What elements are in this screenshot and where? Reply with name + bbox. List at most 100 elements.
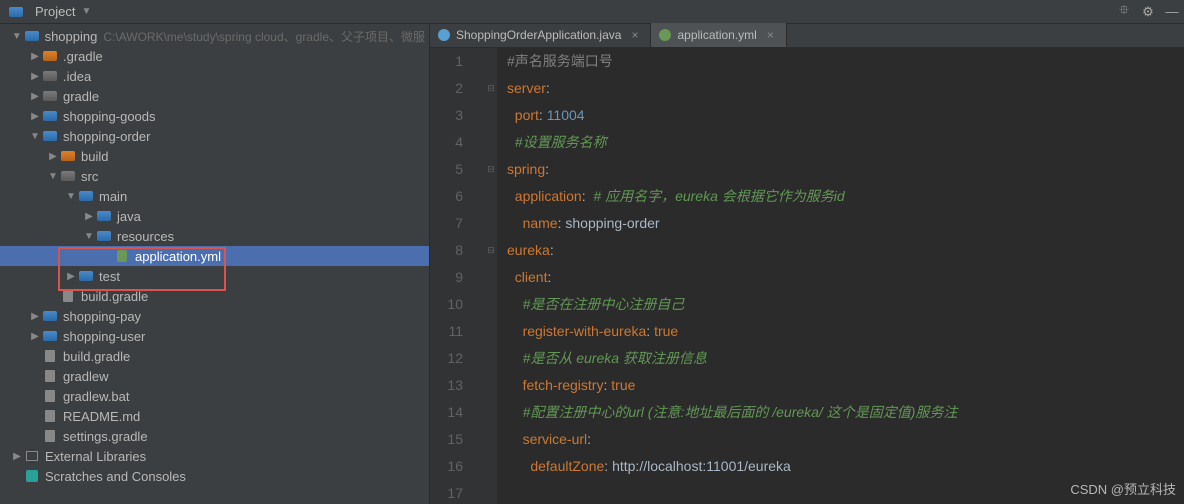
- tree-item-build[interactable]: build: [0, 146, 429, 166]
- folder-blue-icon: [78, 188, 94, 204]
- folder-blue-icon: [42, 108, 58, 124]
- tree-item-external-libraries[interactable]: External Libraries: [0, 446, 429, 466]
- tree-item-label: shopping-goods: [63, 109, 156, 124]
- tree-arrow-icon[interactable]: [64, 191, 78, 202]
- tree-item-settings-gradle[interactable]: settings.gradle: [0, 426, 429, 446]
- collapse-icon[interactable]: —: [1160, 0, 1184, 24]
- folder-orange-icon: [60, 148, 76, 164]
- tree-item-gradle[interactable]: gradle: [0, 86, 429, 106]
- tab-label: ShoppingOrderApplication.java: [456, 28, 621, 42]
- tree-arrow-icon[interactable]: [28, 311, 42, 322]
- tab-label: application.yml: [677, 28, 756, 42]
- file-gray-icon: [60, 288, 76, 304]
- tree-item-label: shopping: [45, 29, 98, 44]
- tree-item-label: shopping-order: [63, 129, 150, 144]
- tree-item--idea[interactable]: .idea: [0, 66, 429, 86]
- tree-item-shopping[interactable]: shopping C:\AWORK\me\study\spring cloud、g…: [0, 26, 429, 46]
- tree-item-label: resources: [117, 229, 174, 244]
- tree-item-build-gradle[interactable]: build.gradle: [0, 286, 429, 306]
- tree-item-label: test: [99, 269, 120, 284]
- folder-blue-icon: [42, 128, 58, 144]
- tree-arrow-icon[interactable]: [28, 331, 42, 342]
- file-gray-icon: [42, 368, 58, 384]
- tree-arrow-icon[interactable]: [28, 91, 42, 102]
- watermark: CSDN @预立科技: [1070, 479, 1176, 498]
- tree-arrow-icon[interactable]: [46, 171, 60, 182]
- tree-item-gradlew[interactable]: gradlew: [0, 366, 429, 386]
- tree-item-build-gradle[interactable]: build.gradle: [0, 346, 429, 366]
- folder-gray-icon: [42, 68, 58, 84]
- tree-arrow-icon[interactable]: [10, 451, 24, 462]
- tree-item-label: application.yml: [135, 249, 221, 264]
- code-editor[interactable]: 1234567891011121314151617 ⊟⊟⊟ #声名服务端口号se…: [430, 48, 1184, 504]
- project-label[interactable]: Project: [35, 4, 75, 19]
- folder-blue-icon: [42, 308, 58, 324]
- tree-item-label: .idea: [63, 69, 91, 84]
- tree-item-label: External Libraries: [45, 449, 146, 464]
- yml-file-icon: [659, 29, 671, 41]
- folder-blue-icon: [78, 268, 94, 284]
- close-icon[interactable]: ×: [767, 28, 774, 42]
- tree-arrow-icon[interactable]: [82, 231, 96, 242]
- tree-item-label: .gradle: [63, 49, 103, 64]
- tree-item-label: Scratches and Consoles: [45, 469, 186, 484]
- editor-tabs: ShoppingOrderApplication.java×applicatio…: [430, 24, 1184, 48]
- code-content[interactable]: #声名服务端口号server: port: 11004 #设置服务名称sprin…: [497, 48, 1184, 504]
- tree-item-shopping-pay[interactable]: shopping-pay: [0, 306, 429, 326]
- file-green-icon: [114, 248, 130, 264]
- tree-item-label: src: [81, 169, 98, 184]
- tree-item-resources[interactable]: resources: [0, 226, 429, 246]
- tree-item-label: main: [99, 189, 127, 204]
- folder-orange-icon: [42, 48, 58, 64]
- tree-item-label: shopping-user: [63, 329, 145, 344]
- tree-item-readme-md[interactable]: README.md: [0, 406, 429, 426]
- tree-item-src[interactable]: src: [0, 166, 429, 186]
- tree-arrow-icon[interactable]: [64, 271, 78, 282]
- tree-arrow-icon[interactable]: [46, 151, 60, 162]
- tree-item-label: README.md: [63, 409, 140, 424]
- tree-item-shopping-user[interactable]: shopping-user: [0, 326, 429, 346]
- tree-item-shopping-order[interactable]: shopping-order: [0, 126, 429, 146]
- tab-application-yml[interactable]: application.yml ×: [651, 23, 786, 47]
- scratches-icon-icon: [24, 468, 40, 484]
- tree-arrow-icon[interactable]: [28, 71, 42, 82]
- tree-arrow-icon[interactable]: [28, 51, 42, 62]
- tree-item-path: C:\AWORK\me\study\spring cloud、gradle、父子…: [103, 28, 425, 45]
- tree-item-label: settings.gradle: [63, 429, 148, 444]
- tree-item-shopping-goods[interactable]: shopping-goods: [0, 106, 429, 126]
- folder-blue-icon: [96, 228, 112, 244]
- folder-gray-icon: [42, 88, 58, 104]
- tree-item-label: gradlew.bat: [63, 389, 130, 404]
- tree-item-label: build: [81, 149, 108, 164]
- tree-arrow-icon[interactable]: [82, 211, 96, 222]
- tree-item-application-yml[interactable]: application.yml: [0, 246, 429, 266]
- file-gray-icon: [42, 388, 58, 404]
- tree-item-label: gradle: [63, 89, 99, 104]
- tree-item--gradle[interactable]: .gradle: [0, 46, 429, 66]
- tree-arrow-icon[interactable]: [28, 111, 42, 122]
- gear-icon[interactable]: ⚙: [1136, 0, 1160, 24]
- tree-item-label: build.gradle: [63, 349, 130, 364]
- file-gray-icon: [42, 408, 58, 424]
- tree-item-label: gradlew: [63, 369, 109, 384]
- libs-icon-icon: [24, 448, 40, 464]
- folder-blue-icon: [96, 208, 112, 224]
- tree-item-gradlew-bat[interactable]: gradlew.bat: [0, 386, 429, 406]
- chevron-down-icon[interactable]: ▼: [81, 6, 91, 17]
- close-icon[interactable]: ×: [631, 28, 638, 42]
- tree-item-scratches-and-consoles[interactable]: Scratches and Consoles: [0, 466, 429, 486]
- tree-arrow-icon[interactable]: [10, 31, 24, 42]
- tab-shoppingorderapplication-java[interactable]: ShoppingOrderApplication.java ×: [430, 23, 651, 47]
- project-icon: [8, 4, 24, 20]
- tree-item-java[interactable]: java: [0, 206, 429, 226]
- locate-icon[interactable]: ⯐: [1112, 0, 1136, 24]
- tree-item-main[interactable]: main: [0, 186, 429, 206]
- fold-column[interactable]: ⊟⊟⊟: [485, 48, 497, 504]
- tree-item-label: shopping-pay: [63, 309, 141, 324]
- project-tree-panel: shopping C:\AWORK\me\study\spring cloud、g…: [0, 24, 430, 504]
- folder-gray-icon: [60, 168, 76, 184]
- tree-item-label: build.gradle: [81, 289, 148, 304]
- tree-item-test[interactable]: test: [0, 266, 429, 286]
- file-gray-icon: [42, 428, 58, 444]
- tree-arrow-icon[interactable]: [28, 131, 42, 142]
